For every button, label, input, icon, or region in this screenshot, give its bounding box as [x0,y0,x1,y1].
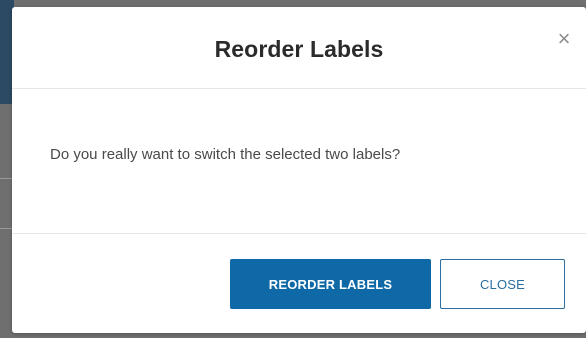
reorder-labels-dialog: Reorder Labels × Do you really want to s… [12,7,586,333]
dialog-title: Reorder Labels [214,36,384,62]
close-icon[interactable]: × [556,28,572,50]
dialog-footer: REORDER LABELS CLOSE [12,233,586,333]
dialog-message: Do you really want to switch the selecte… [50,146,401,163]
close-button[interactable]: CLOSE [440,259,565,309]
reorder-labels-button[interactable]: REORDER LABELS [230,259,431,309]
dialog-header: Reorder Labels × [12,7,586,89]
dialog-body: Do you really want to switch the selecte… [12,89,586,233]
